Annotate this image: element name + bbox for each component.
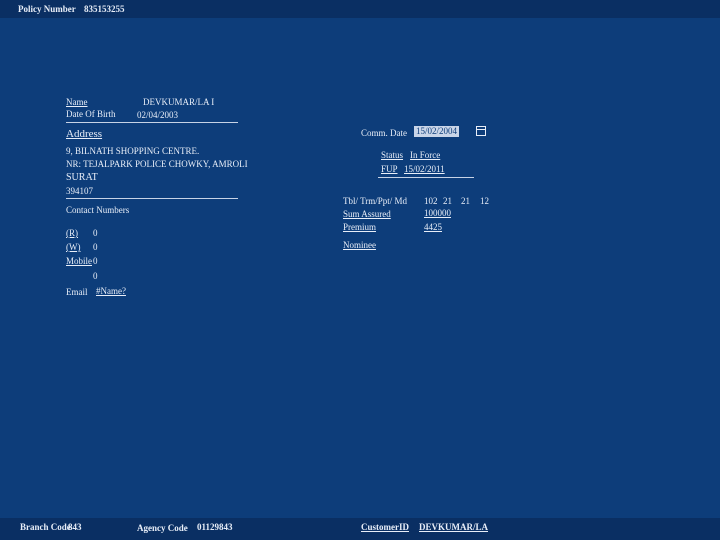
premium-value: 4425: [424, 222, 442, 232]
agency-code-value: 01129843: [197, 522, 233, 532]
comm-date-field[interactable]: 15/02/2004: [414, 126, 460, 137]
fup-value: 15/02/2011: [404, 164, 445, 174]
trm-value: 21: [443, 196, 452, 206]
address-line-4: 394107: [66, 186, 93, 196]
ppt-value: 21: [461, 196, 470, 206]
work-phone-label: (W): [66, 242, 81, 252]
comm-date-label: Comm. Date: [361, 128, 407, 138]
premium-label: Premium: [343, 222, 376, 232]
email-value: #Name?: [96, 286, 126, 296]
extra-phone-value: 0: [93, 271, 98, 281]
agency-code-label: Agency Code: [137, 523, 188, 533]
residence-phone-label: (R): [66, 228, 78, 238]
name-label: Name: [66, 97, 88, 107]
bottom-bar: [0, 518, 720, 540]
email-label: Email: [66, 287, 88, 297]
policy-number-label: Policy Number: [18, 4, 76, 14]
policy-number-value: 835153255: [84, 4, 125, 14]
name-value: DEVKUMAR/LA I: [143, 97, 215, 107]
address-line-2: NR: TEJALPARK POLICE CHOWKY, AMROLI: [66, 159, 248, 169]
status-value: In Force: [410, 150, 441, 160]
address-divider: [66, 198, 238, 199]
calendar-icon[interactable]: [476, 126, 486, 136]
contact-numbers-label: Contact Numbers: [66, 205, 130, 215]
address-label: Address: [66, 128, 103, 140]
address-line-1: 9, BILNATH SHOPPING CENTRE.: [66, 146, 200, 156]
customer-id-value: DEVKUMAR/LA: [419, 522, 488, 532]
customer-id-label: CustomerID: [361, 522, 409, 532]
fup-label: FUP: [381, 164, 398, 174]
address-line-3: SURAT: [66, 172, 98, 183]
work-phone-value: 0: [93, 242, 98, 252]
tbl-trm-ppt-md-label: Tbl/ Trm/Ppt/ Md: [343, 196, 408, 206]
name-divider: [66, 122, 238, 123]
status-label: Status: [381, 150, 404, 160]
residence-phone-value: 0: [93, 228, 98, 238]
nominee-label[interactable]: Nominee: [343, 240, 376, 250]
tbl-value: 102: [424, 196, 438, 206]
md-value: 12: [480, 196, 489, 206]
mobile-value: 0: [93, 256, 98, 266]
mobile-label: Mobile: [66, 256, 92, 266]
sum-assured-value: 100000: [424, 208, 451, 218]
branch-code-value: 843: [68, 522, 82, 532]
dob-label: Date Of Birth: [66, 109, 116, 119]
sum-assured-label: Sum Assured: [343, 209, 391, 219]
dob-value: 02/04/2003: [137, 110, 179, 120]
status-divider: [378, 177, 474, 178]
branch-code-label: Branch Code: [20, 522, 71, 532]
